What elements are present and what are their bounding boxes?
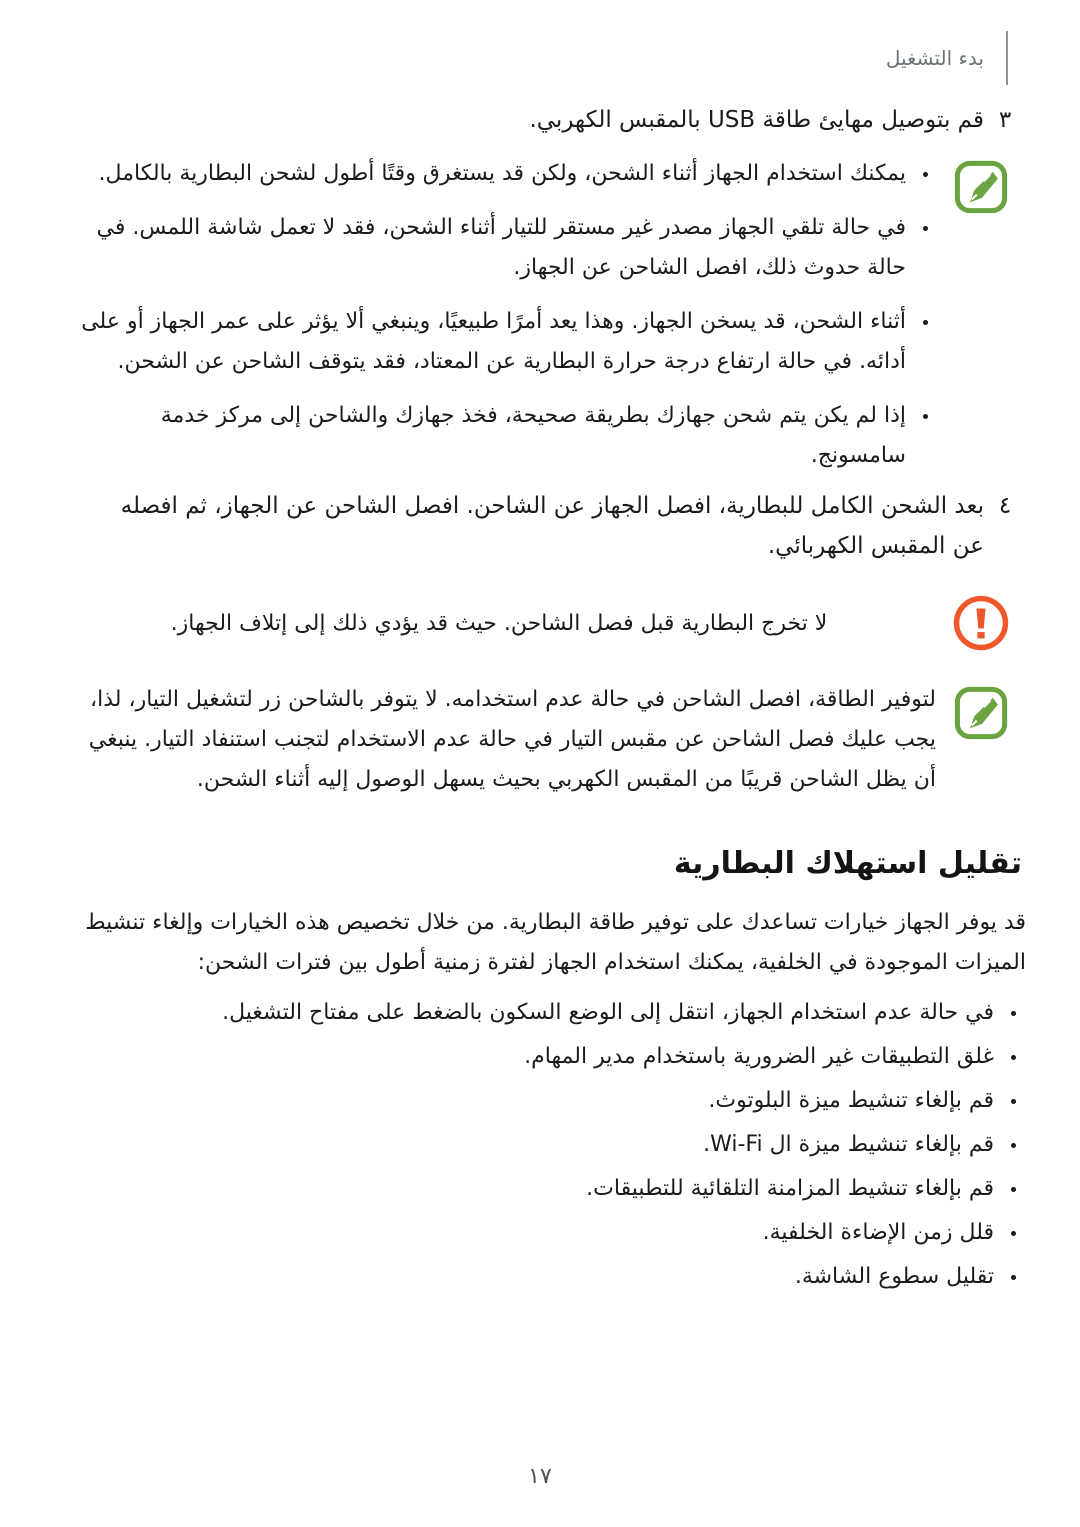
warning-text: لا تخرج البطارية قبل فصل الشاحن. حيث قد … — [170, 611, 828, 636]
note-item: أثناء الشحن، قد يسخن الجهاز. وهذا يعد أم… — [62, 302, 936, 382]
page-number: ١٧ — [528, 1464, 552, 1489]
list-item: قلل زمن الإضاءة الخلفية. — [54, 1213, 1026, 1253]
step-3-number: ٣ — [998, 107, 1012, 133]
section-intro: قد يوفر الجهاز خيارات تساعدك على توفير ط… — [85, 910, 1026, 975]
note-text-2: لتوفير الطاقة، افصل الشاحن في حالة عدم ا… — [88, 687, 936, 792]
note-item: يمكنك استخدام الجهاز أثناء الشحن، ولكن ق… — [62, 154, 936, 194]
list-item: قم بإلغاء تنشيط ميزة ال Wi-Fi. — [54, 1125, 1026, 1165]
note-list-1: يمكنك استخدام الجهاز أثناء الشحن، ولكن ق… — [62, 154, 936, 476]
note-callout-2: لتوفير الطاقة، افصل الشاحن في حالة عدم ا… — [54, 680, 1026, 800]
list-item: قم بإلغاء تنشيط المزامنة التلقائية للتطب… — [54, 1169, 1026, 1209]
warning-exclamation-icon — [953, 595, 1009, 651]
note-callout-1: يمكنك استخدام الجهاز أثناء الشحن، ولكن ق… — [54, 154, 1026, 476]
list-item: تقليل سطوع الشاشة. — [54, 1257, 1026, 1297]
page-header: بدء التشغيل — [0, 30, 1080, 86]
note-pencil-icon — [954, 160, 1008, 214]
note-icon-wrapper-1 — [936, 154, 1026, 214]
step-4-number: ٤ — [998, 493, 1012, 519]
header-divider — [1006, 31, 1008, 85]
step-3: ٣ قم بتوصيل مهايئ طاقة USB بالمقبس الكهر… — [54, 100, 1026, 140]
section-heading: تقليل استهلاك البطارية — [673, 846, 1022, 881]
step-4: ٤ بعد الشحن الكامل للبطارية، افصل الجهاز… — [54, 486, 1026, 566]
note-body-1: يمكنك استخدام الجهاز أثناء الشحن، ولكن ق… — [54, 154, 936, 476]
header-title: بدء التشغيل — [885, 46, 984, 70]
step-3-text: قم بتوصيل مهايئ طاقة USB بالمقبس الكهربي… — [529, 107, 984, 133]
note-body-2: لتوفير الطاقة، افصل الشاحن في حالة عدم ا… — [54, 680, 936, 800]
battery-tips-list: في حالة عدم استخدام الجهاز، انتقل إلى ال… — [54, 993, 1026, 1297]
warning-icon-wrapper — [936, 588, 1026, 652]
note-item: إذا لم يكن يتم شحن جهازك بطريقة صحيحة، ف… — [62, 396, 936, 476]
page-content: ٣ قم بتوصيل مهايئ طاقة USB بالمقبس الكهر… — [0, 100, 1080, 1301]
step-4-text: بعد الشحن الكامل للبطارية، افصل الجهاز ع… — [120, 493, 984, 559]
warning-callout: لا تخرج البطارية قبل فصل الشاحن. حيث قد … — [54, 588, 1026, 660]
note-icon-wrapper-2 — [936, 680, 1026, 740]
list-item: في حالة عدم استخدام الجهاز، انتقل إلى ال… — [54, 993, 1026, 1033]
note-item: في حالة تلقي الجهاز مصدر غير مستقر للتيا… — [62, 208, 936, 288]
list-item: غلق التطبيقات غير الضرورية باستخدام مدير… — [54, 1037, 1026, 1077]
list-item: قم بإلغاء تنشيط ميزة البلوتوث. — [54, 1081, 1026, 1121]
warning-body: لا تخرج البطارية قبل فصل الشاحن. حيث قد … — [54, 588, 936, 660]
note-pencil-icon — [954, 686, 1008, 740]
